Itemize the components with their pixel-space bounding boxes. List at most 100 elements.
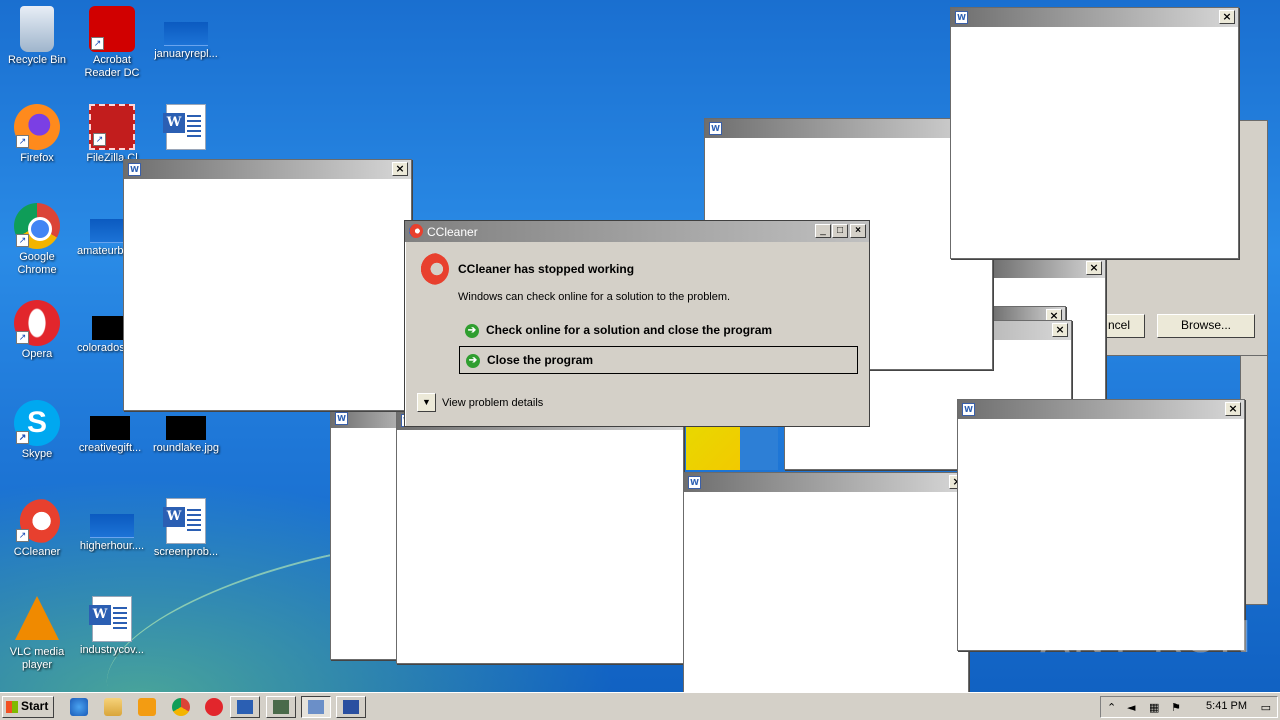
desktop-icon-label: higherhour.... <box>79 540 145 552</box>
desktop-icon-label: Acrobat Reader DC <box>84 54 140 79</box>
green-arrow-icon: ➔ <box>466 354 480 368</box>
window-titlebar: W× <box>124 160 411 179</box>
browse-button[interactable]: Browse... <box>1157 314 1255 338</box>
close-button[interactable]: × <box>850 224 866 238</box>
opera-icon: ↗ <box>14 300 60 346</box>
chevron-up-icon[interactable]: ⌃ <box>1107 701 1116 714</box>
desktop-icon-label: januaryrepl... <box>154 48 218 60</box>
ccleaner-icon: ↗ <box>14 498 60 544</box>
watermark: ANY RUN <box>1040 612 1254 663</box>
network-icon[interactable]: ▦ <box>1149 701 1159 714</box>
shortcut-arrow-icon: ↗ <box>16 234 29 247</box>
blank-window[interactable]: W× <box>683 472 969 702</box>
desktop-icon-opera[interactable]: ↗ Opera <box>0 300 74 361</box>
opera-icon[interactable] <box>205 698 223 716</box>
ccleaner-crash-dialog: CCleaner _ □ × CCleaner has stopped work… <box>404 220 870 427</box>
flag-icon[interactable]: ⚑ <box>1171 701 1181 714</box>
blank-window[interactable]: W× <box>950 7 1239 259</box>
desktop-icon-screenprob[interactable]: screenprob... <box>149 498 223 559</box>
close-icon[interactable]: × <box>1219 10 1235 24</box>
desktop-icon-label: roundlake.jpg <box>152 442 220 454</box>
desktop-icon-ccleaner[interactable]: ↗ CCleaner <box>0 498 74 559</box>
desktop-icon-recycle-bin[interactable]: Recycle Bin <box>0 6 74 67</box>
speaker-icon[interactable]: ◄ <box>1127 701 1135 714</box>
close-icon[interactable]: × <box>392 162 408 176</box>
close-icon[interactable]: × <box>1086 261 1102 275</box>
desktop-icon-januaryreplacement[interactable]: januaryrepl... <box>149 6 223 61</box>
desktop-icon-industrycov[interactable]: industrycov... <box>75 596 149 657</box>
check-online-option[interactable]: ➔ Check online for a solution and close … <box>459 317 858 345</box>
view-details-label[interactable]: View problem details <box>442 397 543 409</box>
media-player-icon[interactable] <box>138 698 156 716</box>
blank-window[interactable]: W× <box>123 159 412 411</box>
word-icon: W <box>962 403 975 416</box>
wallpaper-logo-fragment-blue <box>740 426 778 470</box>
window-body <box>397 430 683 663</box>
desktop-icon-label: industrycov... <box>80 644 144 656</box>
word-document-icon <box>163 104 206 150</box>
cancel-button[interactable]: ncel <box>1105 314 1145 338</box>
option-label: Close the program <box>487 353 594 367</box>
word-icon <box>237 700 253 714</box>
skype-icon: S ↗ <box>14 400 60 446</box>
ccleaner-icon <box>409 224 423 238</box>
image-thumbnail-icon <box>164 22 208 46</box>
desktop-icon-label: CCleaner <box>13 546 61 558</box>
taskbar-dialog-button[interactable] <box>301 696 331 718</box>
desktop-icon-filezilla[interactable]: ↗ FileZilla Cl <box>75 104 149 165</box>
shortcut-arrow-icon: ↗ <box>91 37 104 50</box>
desktop-icon-label: VLC media player <box>9 646 65 671</box>
close-icon[interactable]: × <box>1052 323 1068 337</box>
desktop-icon-word-doc[interactable] <box>149 104 223 152</box>
word-document-icon <box>89 596 132 642</box>
chrome-icon[interactable] <box>172 698 190 716</box>
shortcut-arrow-icon: ↗ <box>16 431 29 444</box>
firefox-icon: ↗ <box>14 104 60 150</box>
dialog-heading: CCleaner has stopped working <box>458 262 635 276</box>
desktop-icon-higherhour[interactable]: higherhour.... <box>75 498 149 553</box>
desktop-icon-chrome[interactable]: ↗ Google Chrome <box>0 203 74 277</box>
start-button[interactable]: Start <box>2 696 54 718</box>
recycle-bin-icon <box>20 6 54 52</box>
window-body <box>124 179 411 410</box>
close-icon[interactable]: × <box>1225 402 1241 416</box>
dialog-titlebar[interactable]: CCleaner _ □ × <box>405 221 869 242</box>
window-titlebar: W× <box>684 473 968 492</box>
desktop-icon-skype[interactable]: S ↗ Skype <box>0 400 74 461</box>
shortcut-arrow-icon: ↗ <box>93 133 106 146</box>
desktop-icon-firefox[interactable]: ↗ Firefox <box>0 104 74 165</box>
image-thumbnail-icon <box>90 416 130 440</box>
minimize-button[interactable]: _ <box>815 224 831 238</box>
dialog-title: CCleaner <box>427 225 478 239</box>
shortcut-arrow-icon: ↗ <box>16 331 29 344</box>
desktop-icon-label: Firefox <box>20 152 54 164</box>
taskbar-word-button[interactable] <box>230 696 260 718</box>
word-icon: W <box>955 11 968 24</box>
close-program-option[interactable]: ➔ Close the program <box>459 346 858 374</box>
filezilla-icon: ↗ <box>89 104 135 150</box>
shortcut-arrow-icon: ↗ <box>16 529 29 542</box>
desktop-icon-acrobat[interactable]: ↗ Acrobat Reader DC <box>75 6 149 80</box>
ccleaner-logo-icon <box>417 253 449 285</box>
desktop-icon-vlc[interactable]: VLC media player <box>0 596 74 672</box>
acrobat-icon: ↗ <box>89 6 135 52</box>
word-icon: W <box>688 476 701 489</box>
taskbar-app-button[interactable] <box>266 696 296 718</box>
word-document-icon <box>163 498 206 544</box>
clock[interactable]: 5:41 PM <box>1206 700 1247 712</box>
blank-window[interactable]: W <box>396 410 684 664</box>
window-titlebar: W× <box>958 400 1244 419</box>
folder-icon[interactable] <box>104 698 122 716</box>
window-icon <box>343 700 359 714</box>
window-body <box>684 492 968 701</box>
show-desktop-icon[interactable]: ▭ <box>1261 701 1271 714</box>
taskbar-error-button[interactable] <box>336 696 366 718</box>
maximize-button[interactable]: □ <box>832 224 848 238</box>
chevron-down-icon[interactable]: ▼ <box>417 393 436 412</box>
word-icon: W <box>709 122 722 135</box>
window-body <box>951 27 1238 258</box>
desktop-icon-label: creativegift... <box>78 442 142 454</box>
desktop-icon-label: Google Chrome <box>17 251 57 276</box>
internet-explorer-icon[interactable] <box>70 698 88 716</box>
window-titlebar: W× <box>951 8 1238 27</box>
